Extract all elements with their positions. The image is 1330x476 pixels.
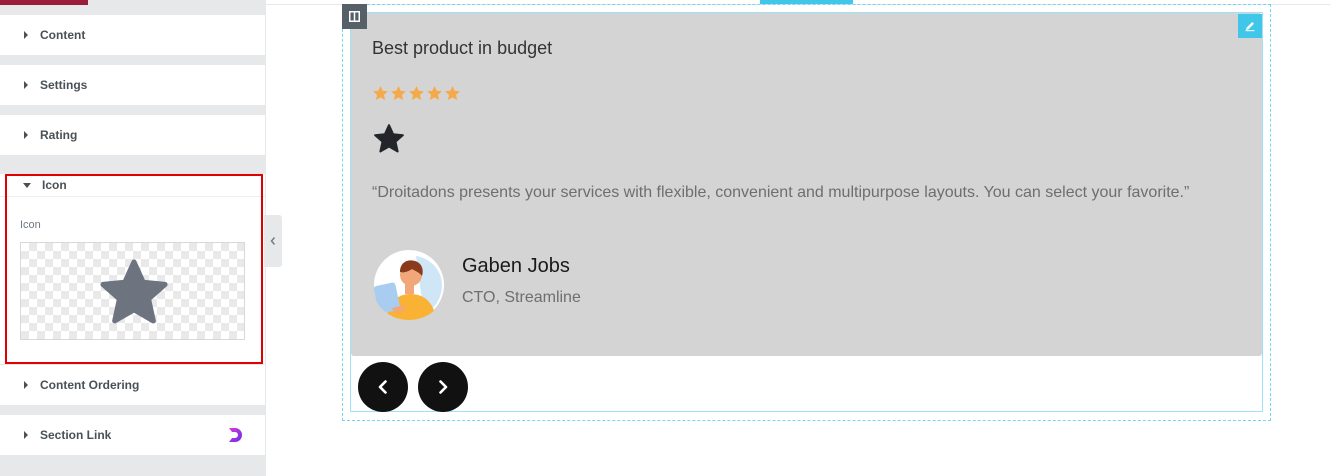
droit-badge-icon xyxy=(229,428,242,442)
section-icon-label: Icon xyxy=(42,178,67,192)
edit-widget-button[interactable] xyxy=(1238,14,1262,38)
star-icon xyxy=(100,259,168,324)
author-role: CTO, Streamline xyxy=(462,289,581,306)
chevron-left-icon xyxy=(378,380,387,394)
icon-field-label: Icon xyxy=(20,219,41,231)
section-settings[interactable]: Settings xyxy=(0,65,265,105)
next-slide-button[interactable] xyxy=(418,362,468,412)
prev-slide-button[interactable] xyxy=(358,362,408,412)
section-rating-header[interactable]: Rating xyxy=(0,115,265,155)
section-settings-label: Settings xyxy=(40,78,88,92)
section-icon: Icon Icon xyxy=(0,174,265,364)
caret-right-icon xyxy=(24,381,28,389)
person-illustration-icon xyxy=(373,250,444,320)
section-content-header[interactable]: Content xyxy=(0,15,265,55)
column-handle[interactable] xyxy=(342,4,367,29)
caret-right-icon xyxy=(24,431,28,439)
section-settings-header[interactable]: Settings xyxy=(0,65,265,105)
section-section-link[interactable]: Section Link xyxy=(0,415,265,455)
section-content-ordering[interactable]: Content Ordering xyxy=(0,365,265,405)
section-section-link-header[interactable]: Section Link xyxy=(0,415,265,455)
star-icon xyxy=(391,86,406,100)
caret-right-icon xyxy=(24,131,28,139)
section-section-link-label: Section Link xyxy=(40,428,112,442)
star-icon xyxy=(409,86,424,100)
chevron-right-icon xyxy=(439,380,448,394)
caret-right-icon xyxy=(24,31,28,39)
testimonial-quote: “Droitadons presents your services with … xyxy=(372,184,1190,201)
collapse-panel-button[interactable] xyxy=(264,215,282,267)
section-content[interactable]: Content xyxy=(0,15,265,55)
avatar xyxy=(372,250,446,320)
author-name: Gaben Jobs xyxy=(462,255,570,277)
section-rating-label: Rating xyxy=(40,128,78,142)
icon-picker-preview[interactable] xyxy=(20,242,245,340)
columns-icon xyxy=(349,11,360,22)
testimonial-title: Best product in budget xyxy=(372,38,553,58)
rating-stars xyxy=(372,85,461,102)
section-content-label: Content xyxy=(40,28,86,42)
active-tab-indicator xyxy=(0,0,88,5)
section-content-ordering-label: Content Ordering xyxy=(40,378,140,392)
caret-down-icon xyxy=(23,182,31,188)
pencil-icon xyxy=(1245,22,1255,32)
section-content-ordering-header[interactable]: Content Ordering xyxy=(0,365,265,405)
star-icon xyxy=(427,86,442,100)
section-icon-header[interactable]: Icon xyxy=(0,174,265,197)
caret-right-icon xyxy=(24,81,28,89)
star-icon xyxy=(445,86,460,100)
star-icon xyxy=(374,124,404,153)
chevron-left-icon xyxy=(270,237,276,245)
editor-panel: Content Settings Rating Icon Icon Conten xyxy=(0,0,266,476)
star-icon xyxy=(373,86,388,100)
section-rating[interactable]: Rating xyxy=(0,115,265,155)
